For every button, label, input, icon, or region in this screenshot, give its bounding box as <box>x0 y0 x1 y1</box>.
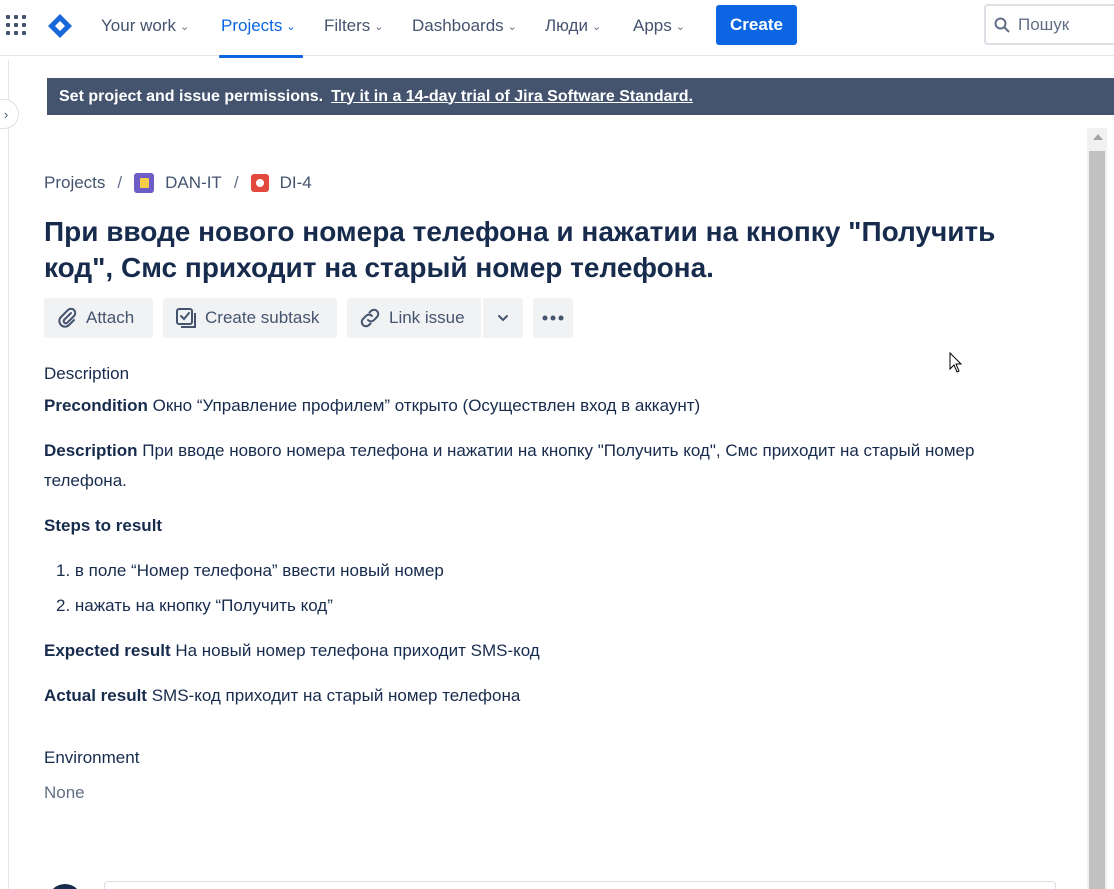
breadcrumb-project[interactable]: DAN-IT <box>165 173 222 193</box>
chevron-down-icon: ⌄ <box>286 21 296 33</box>
chevron-down-icon: ⌄ <box>374 21 384 33</box>
nav-label: Your work <box>101 16 176 35</box>
sidebar-edge <box>8 60 9 889</box>
precondition-text: Окно “Управление профилем” открыто (Осущ… <box>147 396 701 415</box>
more-actions-button[interactable] <box>533 298 573 338</box>
description-precondition[interactable]: Precondition Окно “Управление профилем” … <box>44 391 1044 421</box>
actual-result[interactable]: Actual result SMS-код приходит на старый… <box>44 681 520 711</box>
actual-result-label: Actual result <box>44 686 147 705</box>
issue-title[interactable]: При вводе нового номера телефона и нажат… <box>44 214 1044 286</box>
chevron-right-icon: › <box>3 106 9 122</box>
more-horizontal-icon <box>542 315 564 321</box>
chevron-down-icon: ⌄ <box>507 21 517 33</box>
steps-heading-text: Steps to result <box>44 516 163 535</box>
breadcrumb-separator: / <box>233 173 239 192</box>
banner-text: Set project and issue permissions. <box>59 87 324 105</box>
breadcrumb: Projects / DAN-IT / DI-4 <box>44 172 312 194</box>
link-issue-dropdown-button[interactable] <box>483 298 523 338</box>
search-input[interactable]: Пошук <box>984 4 1114 45</box>
mouse-cursor-icon <box>949 352 963 373</box>
nav-label: Люди <box>545 16 588 35</box>
link-issue-button[interactable]: Link issue <box>347 298 481 338</box>
nav-your-work[interactable]: Your work ⌄ <box>101 14 189 38</box>
expected-result[interactable]: Expected result На новый номер телефона … <box>44 636 540 666</box>
breadcrumb-projects[interactable]: Projects <box>44 173 105 193</box>
app-switcher-icon[interactable] <box>6 15 28 37</box>
step-number: 1. <box>56 561 71 580</box>
search-placeholder: Пошук <box>1018 14 1070 34</box>
project-avatar-icon <box>134 173 155 193</box>
breadcrumb-issue-key[interactable]: DI-4 <box>280 173 312 193</box>
bug-issue-type-icon <box>250 174 269 192</box>
expected-result-text: На новый номер телефона приходит SMS-код <box>170 641 540 660</box>
description-text: При вводе нового номера телефона и нажат… <box>44 441 975 490</box>
banner-trial-link[interactable]: Try it in a 14-day trial of Jira Softwar… <box>331 88 693 106</box>
nav-label: Apps <box>633 16 672 35</box>
description-label: Description <box>44 441 138 460</box>
precondition-label: Precondition <box>44 396 148 415</box>
chevron-down-icon: ⌄ <box>179 21 190 33</box>
attach-button[interactable]: Attach <box>44 298 153 338</box>
create-subtask-label: Create subtask <box>205 308 320 327</box>
scroll-up-arrow-icon[interactable] <box>1093 134 1103 140</box>
scrollbar-thumb[interactable] <box>1089 151 1105 889</box>
nav-people[interactable]: Люди ⌄ <box>545 14 601 38</box>
chevron-down-icon: ⌄ <box>675 21 685 33</box>
actual-result-text: SMS-код приходит на старый номер телефон… <box>146 686 521 705</box>
nav-label: Projects <box>221 16 283 35</box>
list-item[interactable]: 1. в поле “Номер телефона” ввести новый … <box>56 556 444 586</box>
chevron-down-icon: ⌄ <box>591 21 602 33</box>
trial-banner: Set project and issue permissions. Try i… <box>47 78 1114 115</box>
steps-heading[interactable]: Steps to result <box>44 511 162 541</box>
step-number: 2. <box>56 596 71 615</box>
avatar <box>48 884 82 889</box>
jira-logo-icon[interactable] <box>47 13 73 39</box>
list-item[interactable]: 2. нажать на кнопку “Получить код” <box>56 591 333 621</box>
nav-apps[interactable]: Apps ⌄ <box>633 14 685 38</box>
create-subtask-button[interactable]: Create subtask <box>163 298 337 338</box>
nav-dashboards[interactable]: Dashboards ⌄ <box>412 14 517 38</box>
environment-value[interactable]: None <box>44 778 85 808</box>
link-issue-label: Link issue <box>389 308 465 327</box>
nav-filters[interactable]: Filters ⌄ <box>324 14 384 38</box>
nav-label: Filters <box>324 16 371 35</box>
environment-heading: Environment <box>44 748 140 767</box>
attach-label: Attach <box>86 308 135 327</box>
description-heading: Description <box>44 364 130 383</box>
active-nav-indicator <box>219 55 303 58</box>
expand-sidebar-button[interactable]: › <box>0 100 18 128</box>
search-icon <box>994 17 1010 33</box>
chevron-down-icon <box>498 315 508 322</box>
nav-projects[interactable]: Projects ⌄ <box>221 14 296 38</box>
nav-label: Dashboards <box>412 16 504 35</box>
breadcrumb-separator: / <box>117 173 123 192</box>
description-body[interactable]: Description При вводе нового номера теле… <box>44 436 1034 496</box>
paperclip-icon <box>58 307 77 328</box>
comment-input[interactable] <box>104 881 1056 889</box>
top-navigation: Your work ⌄ Projects ⌄ Filters ⌄ Dashboards… <box>0 0 1114 58</box>
expected-result-label: Expected result <box>44 641 171 660</box>
step-text: нажать на кнопку “Получить код” <box>74 596 333 615</box>
step-text: в поле “Номер телефона” ввести новый ном… <box>74 561 444 580</box>
link-icon <box>360 308 380 328</box>
create-button[interactable]: Create <box>716 5 797 45</box>
subtask-icon <box>176 308 196 328</box>
